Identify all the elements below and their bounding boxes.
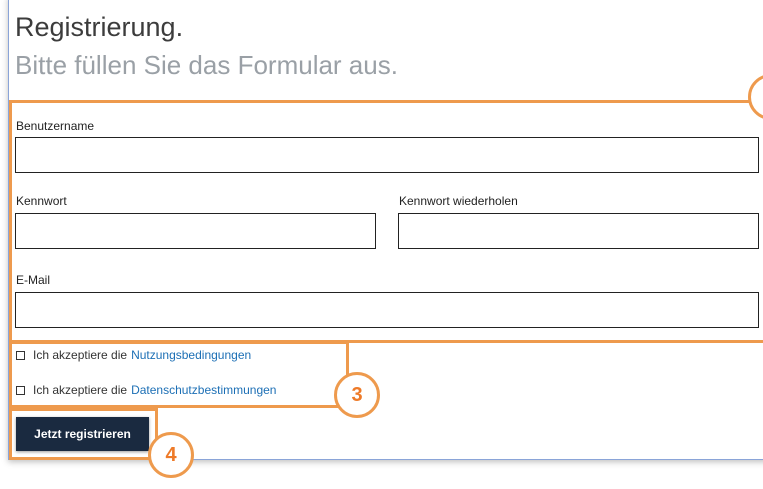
- password-repeat-label: Kennwort wiederholen: [399, 194, 518, 208]
- privacy-prefix: Ich akzeptiere die: [33, 383, 128, 397]
- username-field[interactable]: [15, 137, 759, 173]
- callout-badge-submit: 4: [148, 432, 194, 478]
- username-label: Benutzername: [16, 119, 95, 133]
- password-field[interactable]: [15, 213, 376, 249]
- page-title: Registrierung.: [15, 12, 184, 42]
- password-label: Kennwort: [16, 194, 67, 208]
- password-repeat-field[interactable]: [398, 213, 759, 249]
- page-subtitle: Bitte füllen Sie das Formular aus.: [15, 50, 398, 80]
- terms-prefix: Ich akzeptiere die: [33, 348, 128, 362]
- register-button[interactable]: Jetzt registrieren: [16, 417, 149, 451]
- privacy-link[interactable]: Datenschutzbestimmungen: [131, 384, 276, 396]
- privacy-checkbox[interactable]: [16, 385, 25, 395]
- terms-link[interactable]: Nutzungsbedingungen: [131, 349, 251, 361]
- privacy-row: Ich akzeptiere die Datenschutzbestimmung…: [16, 384, 276, 396]
- callout-badge-consents: 3: [334, 372, 380, 418]
- email-field[interactable]: [15, 292, 759, 328]
- terms-row: Ich akzeptiere die Nutzungsbedingungen: [16, 349, 251, 361]
- email-label: E-Mail: [16, 273, 51, 287]
- terms-checkbox[interactable]: [16, 350, 25, 360]
